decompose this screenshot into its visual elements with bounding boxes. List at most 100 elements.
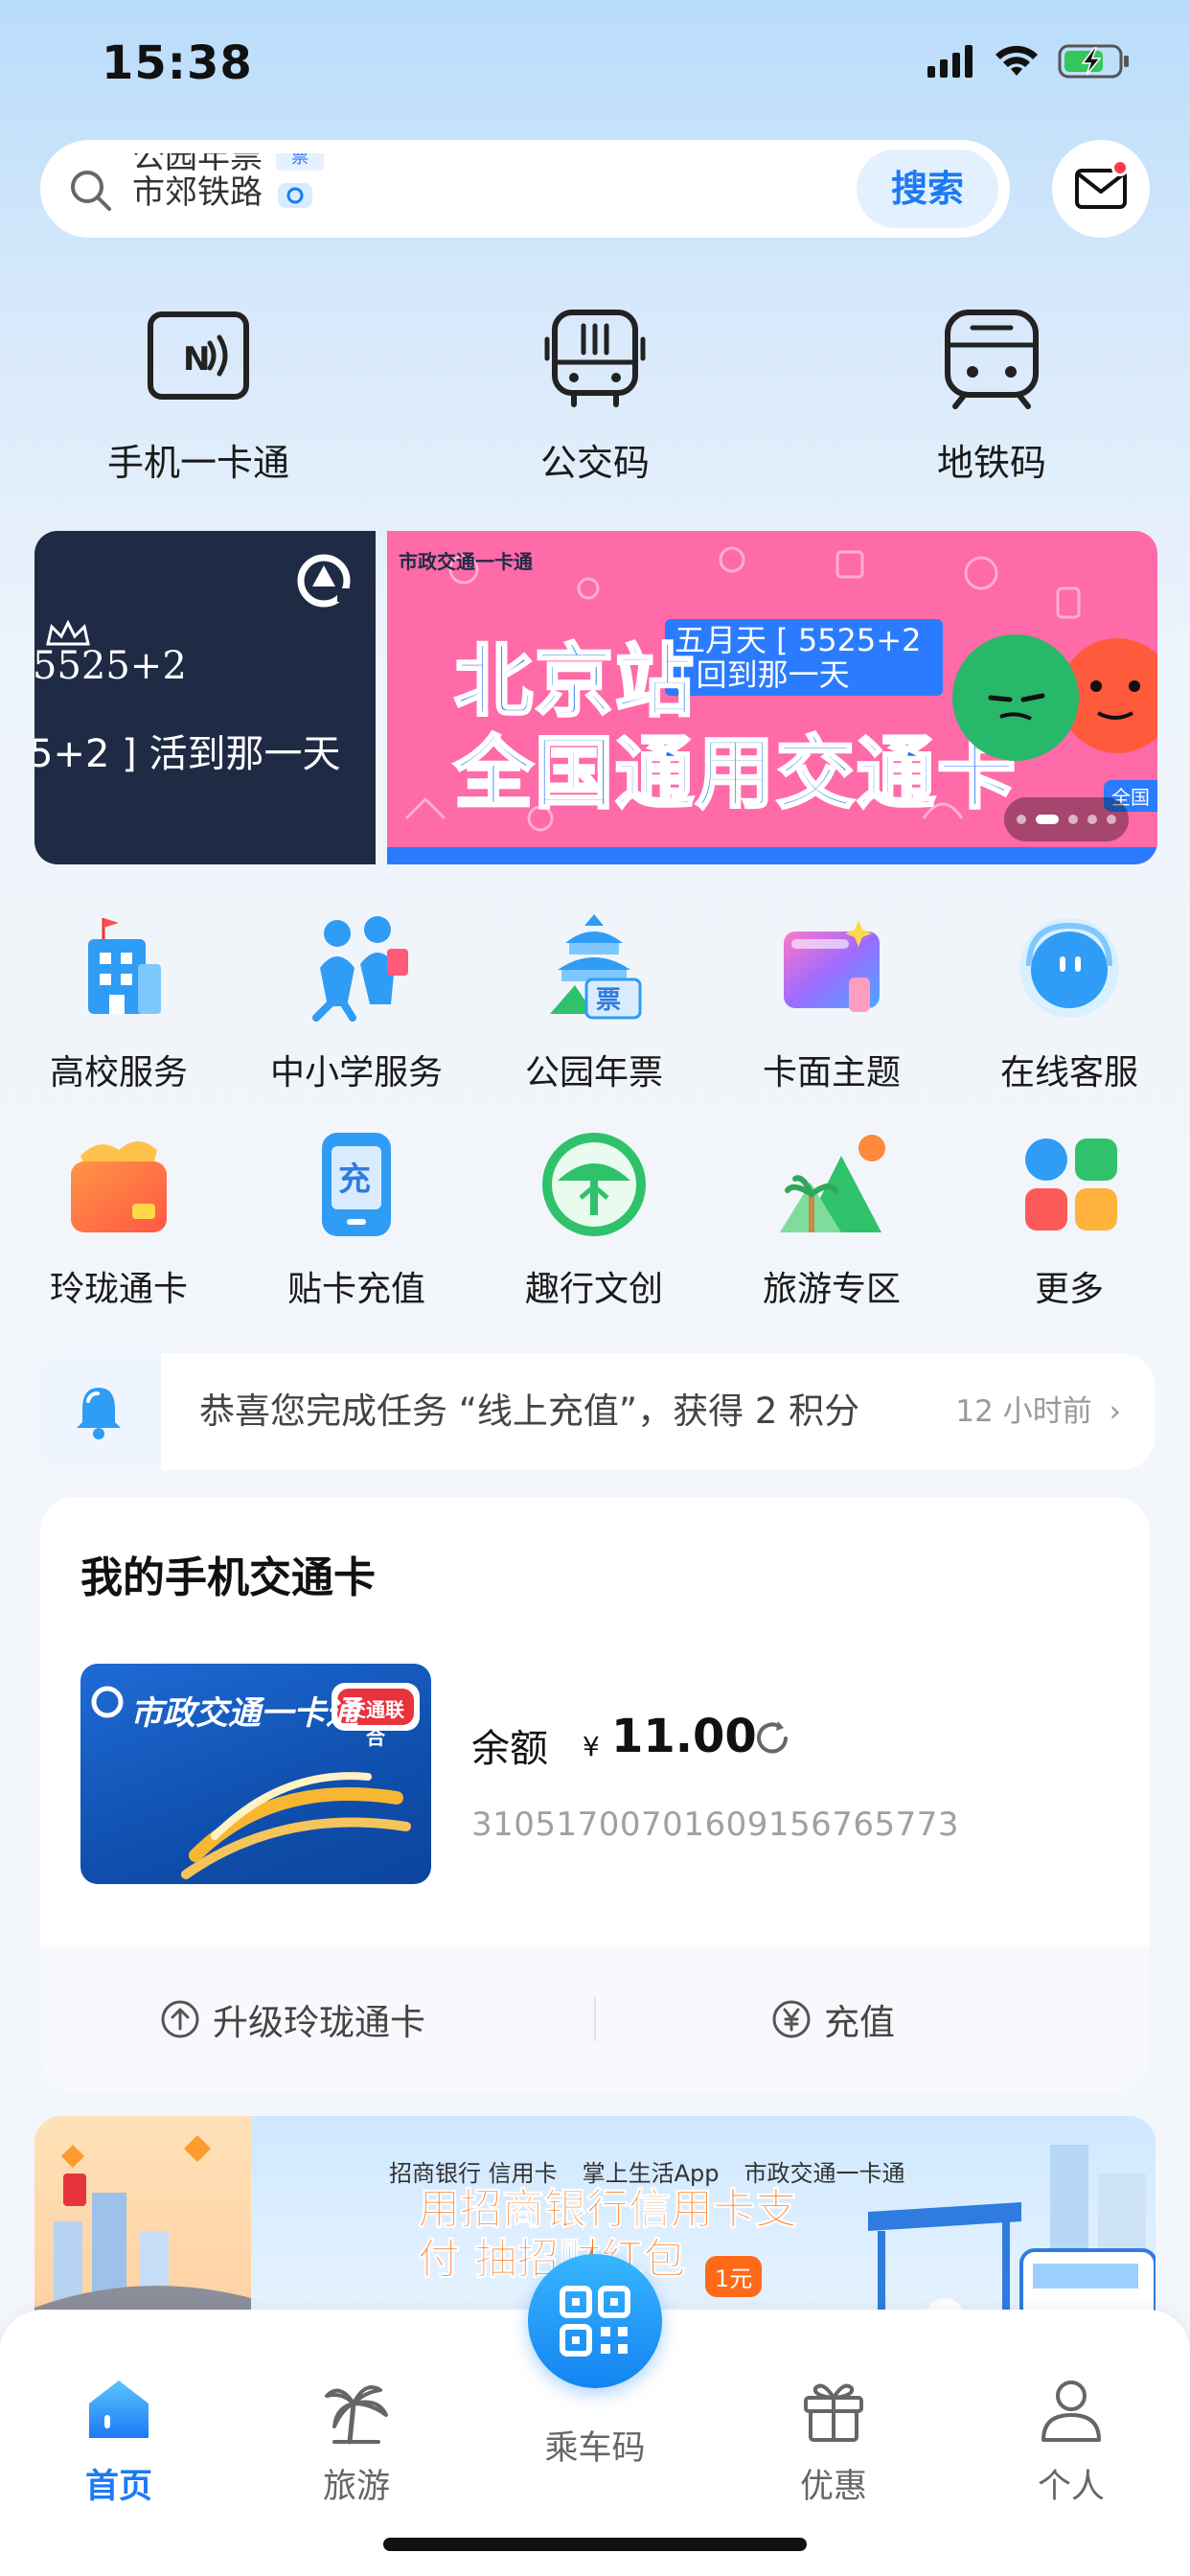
tab-label: 乘车码: [544, 2429, 646, 2468]
quick-action-label: 地铁码: [936, 442, 1046, 484]
tab-label: 优惠: [799, 2468, 867, 2506]
carousel-dot: [1068, 815, 1078, 824]
tab-travel[interactable]: 旅游: [280, 2375, 433, 2508]
upgrade-card-button[interactable]: 升级玲珑通卡: [159, 1966, 425, 2072]
service-k12[interactable]: 中小学服务: [238, 910, 475, 1094]
students-icon: [312, 916, 408, 1022]
service-label: 卡面主题: [762, 1053, 901, 1092]
search-bar[interactable]: 公园年票 票 市郊铁路 搜索: [40, 140, 1010, 238]
status-time: 15:38: [102, 36, 253, 90]
tab-profile[interactable]: 个人: [995, 2375, 1148, 2508]
service-label: 高校服务: [49, 1053, 188, 1092]
chevron-right-icon: ›: [1109, 1394, 1121, 1429]
cultural-creative-icon: [542, 1133, 646, 1236]
banner-left-number: 5525+2: [34, 644, 187, 688]
recharge-label: 充值: [824, 2002, 895, 2043]
bell-icon: [77, 1388, 121, 1439]
search-hot-ticker[interactable]: 公园年票 票 市郊铁路: [132, 153, 515, 224]
city-autumn-art: [34, 2135, 251, 2336]
tab-offers[interactable]: 优惠: [757, 2375, 910, 2508]
battery-charging-icon: [1058, 44, 1129, 79]
message-button[interactable]: [1052, 140, 1150, 238]
brand-logo-icon: [297, 554, 351, 608]
quick-action-label: 公交码: [539, 442, 650, 484]
ticker-text: 公园年票: [132, 153, 263, 176]
banner-slide-previous[interactable]: 5525+2 5+2 ] 活到那一天: [34, 531, 376, 864]
tab-label: 首页: [84, 2468, 152, 2506]
search-button[interactable]: 搜索: [857, 150, 998, 228]
card-recharge-icon: 充: [322, 1133, 391, 1236]
service-card-recharge[interactable]: 充 贴卡充值: [238, 1127, 475, 1311]
refresh-icon[interactable]: [751, 1717, 793, 1760]
carousel-indicator: [1004, 797, 1129, 841]
tab-home[interactable]: 首页: [42, 2375, 195, 2508]
home-icon: [89, 2380, 149, 2438]
promo-brand-cmb: 招商银行 信用卡: [389, 2160, 558, 2187]
notice-time-text: 12 小时前: [955, 1394, 1092, 1429]
divider: [594, 1997, 596, 2041]
tab-label: 个人: [1037, 2468, 1105, 2506]
tab-ride-code[interactable]: [528, 2254, 662, 2388]
university-icon: [88, 918, 161, 1014]
ticker-item: 公园年票 票: [132, 153, 515, 175]
service-label: 旅游专区: [762, 1270, 901, 1309]
svg-text:充: 充: [338, 1161, 371, 1199]
promo-brand-app: 掌上生活App: [582, 2160, 720, 2187]
service-linglong-card[interactable]: 玲珑通卡: [0, 1127, 238, 1311]
banner-brand: 市政交通一卡通: [399, 550, 533, 573]
notice-icon-background: [34, 1353, 161, 1470]
recharge-button[interactable]: 充值: [770, 1966, 895, 2072]
card-actions: 升级玲珑通卡 充值: [40, 1966, 1150, 2072]
metro-small-icon: [278, 182, 312, 208]
balance-value: 11.00: [611, 1710, 757, 1763]
service-travel-zone[interactable]: 旅游专区: [713, 1127, 950, 1311]
carousel-dot: [1017, 815, 1026, 824]
ticker-text: 市郊铁路: [132, 173, 263, 212]
bus-stop-art: [868, 2145, 1156, 2336]
banner-title-line1: 北京站: [452, 635, 697, 729]
carousel-dot-active: [1036, 815, 1059, 824]
my-card-title: 我的手机交通卡: [80, 1553, 376, 1602]
user-icon: [1041, 2380, 1101, 2442]
qr-code-icon: [560, 2286, 630, 2357]
banner-slide-current[interactable]: 市政交通一卡通 五月天 [ 5525+2 ] 回到那一天 北京站 全国通用交通卡…: [387, 531, 1157, 864]
card-number: 31051700701609156765773: [471, 1806, 960, 1844]
upgrade-card-label: 升级玲珑通卡: [213, 2002, 425, 2043]
service-park-ticket[interactable]: 票 公园年票: [475, 910, 713, 1094]
service-card-theme[interactable]: 卡面主题: [713, 910, 950, 1094]
banner-subtitle: 五月天 [ 5525+2 ] 回到那一天: [665, 619, 943, 696]
service-label: 玲珑通卡: [49, 1270, 188, 1309]
banner-title-line2: 全国通用交通卡: [452, 727, 1018, 821]
linglong-card-icon: [71, 1141, 167, 1232]
metro-icon: [945, 310, 1039, 409]
more-apps-icon: [1025, 1138, 1117, 1230]
quick-action-bus-code[interactable]: 公交码: [470, 305, 720, 486]
task-notice[interactable]: 恭喜您完成任务 “线上充值”，获得 2 积分 12 小时前 ›: [34, 1353, 1156, 1470]
service-university[interactable]: 高校服务: [0, 910, 238, 1094]
carousel-dot: [1107, 815, 1116, 824]
svg-text:N: N: [183, 340, 210, 379]
balance-label: 余额: [471, 1727, 548, 1771]
notice-text: 恭喜您完成任务 “线上充值”，获得 2 积分: [199, 1391, 860, 1432]
quick-action-nfc-card[interactable]: N 手机一卡通: [74, 305, 323, 486]
customer-service-icon: [1019, 918, 1119, 1018]
service-more[interactable]: 更多: [950, 1127, 1188, 1311]
currency-symbol: ¥: [583, 1731, 600, 1762]
service-customer-service[interactable]: 在线客服: [950, 910, 1188, 1094]
service-label: 公园年票: [524, 1053, 663, 1092]
svg-text:票: 票: [596, 986, 621, 1015]
notice-time: 12 小时前 ›: [955, 1353, 1121, 1470]
promo-left-art: [34, 2116, 251, 2336]
service-label: 在线客服: [999, 1053, 1138, 1092]
quick-action-label: 手机一卡通: [106, 442, 289, 484]
promo-badge: 1元: [705, 2256, 763, 2297]
unread-dot: [1111, 159, 1129, 176]
transit-card-image[interactable]: 市政交通一卡通 交通联合: [80, 1664, 431, 1884]
promo-brands: 招商银行 信用卡 掌上生活App 市政交通一卡通: [389, 2154, 905, 2188]
quick-action-metro-code[interactable]: 地铁码: [867, 305, 1116, 486]
search-icon: [71, 171, 111, 211]
wifi-icon: [995, 45, 1038, 76]
bus-icon: [544, 310, 646, 407]
service-cultural-creative[interactable]: 趣行文创: [475, 1127, 713, 1311]
carousel-dot: [1087, 815, 1097, 824]
